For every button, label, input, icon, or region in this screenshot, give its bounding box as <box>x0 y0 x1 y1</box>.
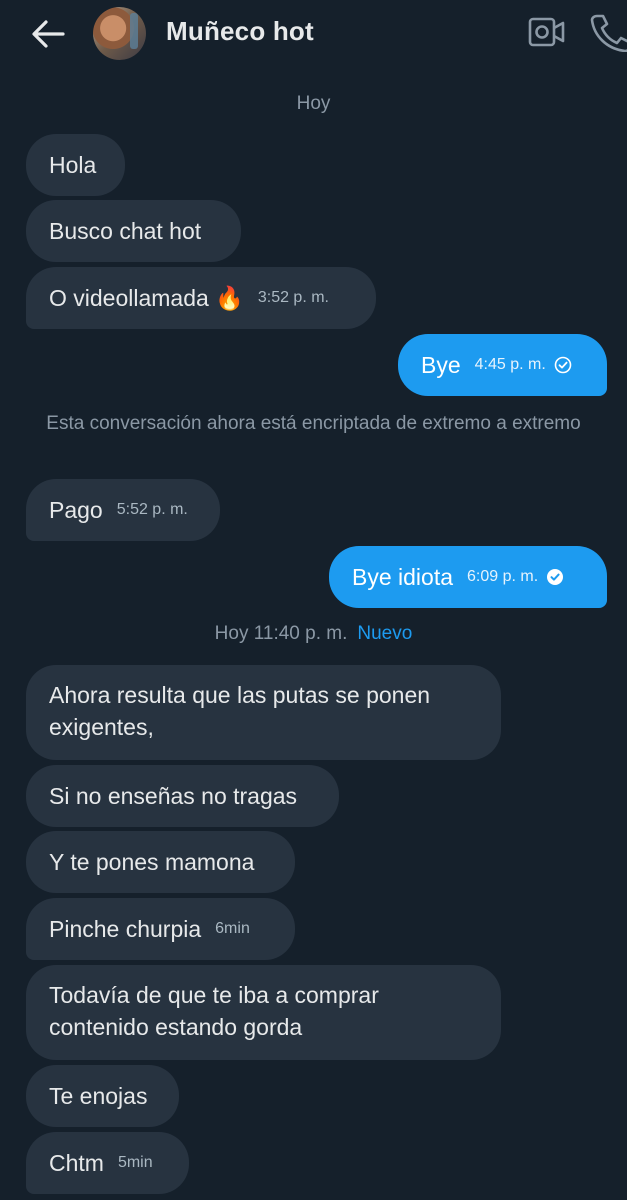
message-text: Chtm <box>49 1150 104 1176</box>
new-badge: Nuevo <box>357 623 413 644</box>
message-bubble-incoming[interactable]: Y te pones mamona <box>26 831 295 893</box>
video-call-icon <box>528 17 565 47</box>
video-call-button[interactable] <box>528 13 566 51</box>
message-bubble-outgoing[interactable]: Bye 4:45 p. m. <box>398 334 607 396</box>
phone-call-button[interactable] <box>589 12 627 52</box>
message-bubble-incoming[interactable]: Todavía de que te iba a comprar contenid… <box>26 965 501 1060</box>
message-bubble-incoming[interactable]: Chtm 5min <box>26 1132 189 1194</box>
message-bubble-incoming[interactable]: Hola <box>26 134 125 196</box>
message-text: Hola <box>49 152 97 178</box>
message-text: Pago <box>49 497 103 523</box>
message-time: 6min <box>215 920 250 937</box>
message-bubble-incoming[interactable]: Pinche churpia 6min <box>26 898 295 960</box>
avatar[interactable] <box>93 7 146 60</box>
message-text: Bye idiota <box>352 564 454 590</box>
chat-header: Muñeco hot <box>0 0 627 64</box>
read-check-icon <box>547 569 564 585</box>
separator-timestamp: Hoy 11:40 p. m. <box>214 623 348 644</box>
message-bubble-outgoing[interactable]: Bye idiota 6:09 p. m. <box>329 546 607 608</box>
message-time: 3:52 p. m. <box>257 289 329 306</box>
sent-check-icon <box>554 356 572 374</box>
message-time: 4:45 p. m. <box>475 349 572 381</box>
message-time: 6:09 p. m. <box>467 561 564 593</box>
new-messages-separator: Hoy 11:40 p. m. Nuevo <box>0 623 627 645</box>
message-text: Ahora resulta que las putas se ponen exi… <box>49 682 431 740</box>
date-separator: Hoy <box>296 93 331 114</box>
message-time: 5min <box>117 1154 153 1171</box>
phone-icon <box>590 14 627 52</box>
encryption-notice: Esta conversación ahora está encriptada … <box>46 413 581 434</box>
message-bubble-incoming[interactable]: Te enojas <box>26 1065 179 1127</box>
back-arrow-icon <box>32 20 65 48</box>
message-bubble-incoming[interactable]: Ahora resulta que las putas se ponen exi… <box>26 665 501 760</box>
contact-name[interactable]: Muñeco hot <box>166 16 314 47</box>
message-text: Te enojas <box>49 1083 148 1109</box>
message-text: Todavía de que te iba a comprar contenid… <box>49 982 379 1040</box>
message-bubble-incoming[interactable]: Si no enseñas no tragas <box>26 765 339 827</box>
message-bubble-incoming[interactable]: O videollamada 🔥 3:52 p. m. <box>26 267 376 329</box>
message-text: Busco chat hot <box>49 218 202 244</box>
message-text: Y te pones mamona <box>49 849 255 875</box>
message-text: Pinche churpia <box>49 916 202 942</box>
message-bubble-incoming[interactable]: Pago 5:52 p. m. <box>26 479 220 541</box>
message-time: 5:52 p. m. <box>116 501 188 518</box>
message-text: Si no enseñas no tragas <box>49 783 298 809</box>
message-text: Bye <box>421 352 461 378</box>
back-button[interactable] <box>28 14 68 54</box>
message-bubble-incoming[interactable]: Busco chat hot <box>26 200 241 262</box>
message-text: O videollamada 🔥 <box>49 285 244 311</box>
